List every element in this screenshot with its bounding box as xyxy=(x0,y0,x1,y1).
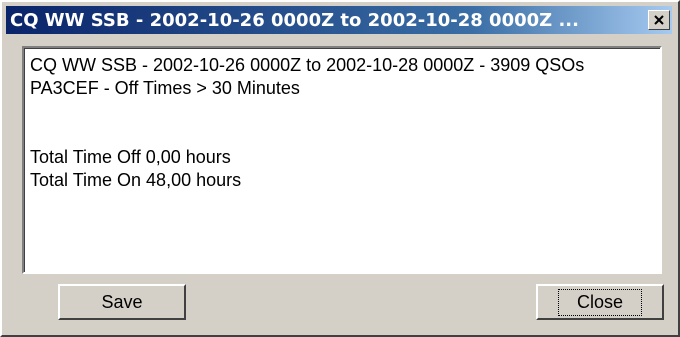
report-line-subtitle: PA3CEF - Off Times > 30 Minutes xyxy=(30,78,300,98)
report-line-time-on: Total Time On 48,00 hours xyxy=(30,170,242,190)
title-bar[interactable]: CQ WW SSB - 2002-10-26 0000Z to 2002-10-… xyxy=(6,6,672,34)
report-text-area[interactable]: CQ WW SSB - 2002-10-26 0000Z to 2002-10-… xyxy=(22,46,662,274)
window-title: CQ WW SSB - 2002-10-26 0000Z to 2002-10-… xyxy=(10,9,579,31)
report-line-time-off: Total Time Off 0,00 hours xyxy=(30,147,231,167)
close-button[interactable]: Close xyxy=(536,284,664,320)
report-line-header: CQ WW SSB - 2002-10-26 0000Z to 2002-10-… xyxy=(30,55,585,75)
save-button-label: Save xyxy=(101,291,143,312)
report-dialog: CQ WW SSB - 2002-10-26 0000Z to 2002-10-… xyxy=(0,0,680,337)
close-button-label: Close xyxy=(557,288,643,316)
title-close-button[interactable] xyxy=(648,10,670,30)
report-line-blank xyxy=(30,123,654,146)
save-button[interactable]: Save xyxy=(58,284,186,320)
close-icon xyxy=(654,15,664,25)
report-line-blank xyxy=(30,100,654,123)
